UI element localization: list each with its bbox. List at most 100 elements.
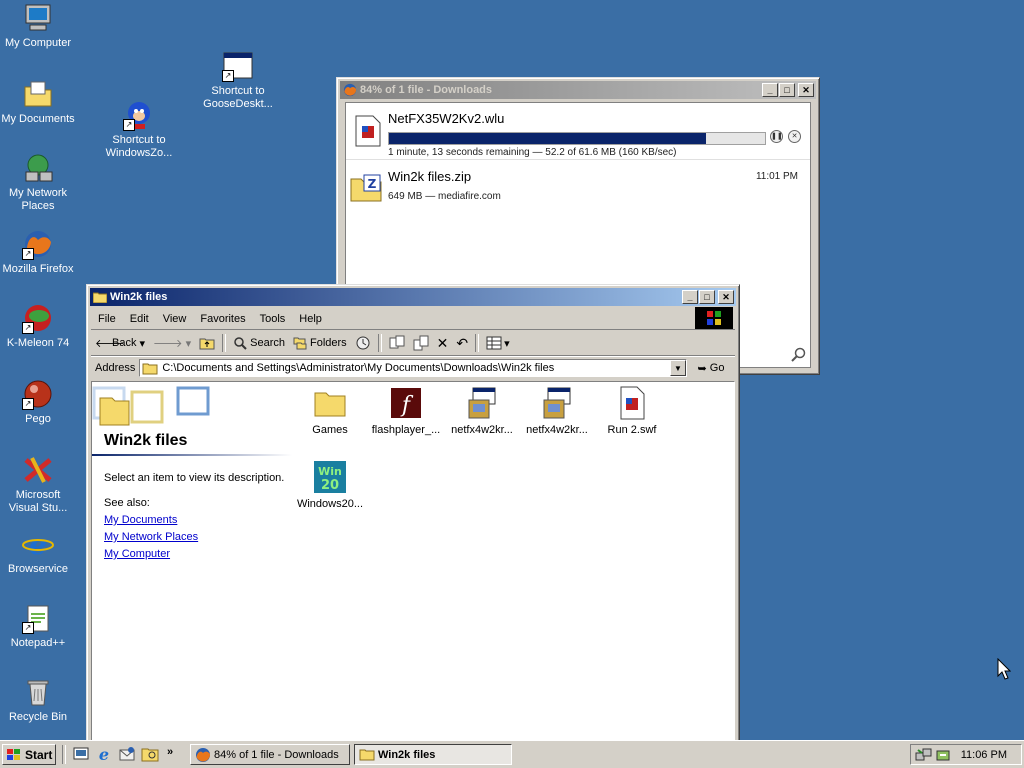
download-filename: Win2k files.zip (388, 169, 472, 184)
maximize-button[interactable]: □ (779, 83, 795, 97)
link-my-network-places[interactable]: My Network Places (104, 531, 198, 543)
svg-text:Z: Z (368, 177, 377, 191)
views-button[interactable]: ▾ (482, 333, 514, 353)
folder-icon (359, 749, 375, 761)
back-button[interactable]: 🡐 Back ▾ (91, 333, 149, 353)
shortcut-arrow-icon: ↗ (123, 119, 135, 131)
file-item-flashplayer[interactable]: f flashplayer_... (368, 386, 444, 436)
download-progress-bar (388, 132, 766, 145)
file-item-netfx4w2kr-2[interactable]: netfx4w2kr... (519, 386, 595, 436)
desktop-icon-pego[interactable]: ↗ Pego (0, 378, 76, 426)
desktop-icon-notepadpp[interactable]: ↗ Notepad++ (0, 602, 76, 650)
file-name: Games (312, 424, 348, 436)
desktop-icon-my-documents[interactable]: My Documents (0, 78, 76, 126)
safely-remove-tray-icon[interactable] (935, 747, 951, 763)
recycle-bin-icon (27, 680, 49, 706)
desktop-icon-my-computer[interactable]: My Computer (0, 2, 76, 50)
menu-file[interactable]: File (91, 313, 123, 325)
network-icon (25, 154, 53, 182)
documents-folder-icon (24, 81, 52, 107)
menu-tools[interactable]: Tools (253, 313, 293, 325)
minimize-button[interactable]: _ (682, 290, 698, 304)
file-name: netfx4w2kr... (526, 424, 588, 436)
link-my-computer[interactable]: My Computer (104, 548, 170, 560)
views-icon (486, 336, 502, 350)
show-desktop-icon[interactable] (72, 745, 90, 763)
file-item-netfx4w2kr-1[interactable]: netfx4w2kr... (444, 386, 520, 436)
undo-button[interactable]: ↶ (452, 333, 472, 353)
menu-edit[interactable]: Edit (123, 313, 156, 325)
move-to-button[interactable] (385, 333, 409, 353)
desktop-icon-label: Microsoft Visual Stu... (8, 489, 68, 514)
firefox-icon (196, 747, 211, 762)
installer-icon (468, 387, 496, 419)
file-item-windows2000[interactable]: Win 20 Windows20... (292, 460, 368, 510)
menu-view[interactable]: View (156, 313, 194, 325)
explorer-titlebar[interactable]: Win2k files _ □ ✕ (90, 288, 736, 306)
pause-button[interactable]: ❚❚ (770, 130, 783, 143)
downloads-title: 84% of 1 file - Downloads (360, 84, 493, 96)
outlook-express-icon[interactable] (118, 745, 136, 763)
svg-text:e: e (99, 745, 109, 763)
menu-favorites[interactable]: Favorites (193, 313, 252, 325)
taskbar-button-win2k-files[interactable]: Win2k files (354, 744, 512, 765)
taskbar-button-downloads[interactable]: 84% of 1 file - Downloads (190, 744, 350, 765)
win2000-image-icon: Win20 (314, 461, 346, 493)
close-button[interactable]: ✕ (718, 290, 734, 304)
address-label: Address (95, 362, 136, 374)
folder-banner-icon (92, 386, 210, 426)
system-tray: 11:06 PM (910, 744, 1022, 765)
explorer-quicklaunch-icon[interactable] (141, 745, 159, 763)
ie-icon[interactable]: e (95, 745, 113, 763)
address-input[interactable]: C:\Documents and Settings\Administrator\… (139, 359, 687, 377)
delete-button[interactable]: ✕ (433, 333, 453, 353)
search-button[interactable]: Search (229, 333, 289, 353)
up-folder-icon (199, 338, 215, 350)
swf-file-icon (620, 386, 645, 420)
address-dropdown-button[interactable]: ▼ (670, 360, 686, 376)
quicklaunch-overflow-button[interactable]: » (167, 746, 173, 758)
desktop-icon-windowszone-shortcut[interactable]: ↗ Shortcut to WindowsZo... (101, 99, 177, 160)
download-item[interactable]: Z Win2k files.zip 649 MB — mediafire.com… (346, 161, 810, 217)
maximize-button[interactable]: □ (699, 290, 715, 304)
desktop-icon-visual-studio[interactable]: Microsoft Visual Stu... (0, 454, 76, 515)
menu-help[interactable]: Help (292, 313, 329, 325)
desktop-icon-label: My Computer (4, 37, 72, 49)
delete-icon: ✕ (436, 334, 449, 351)
file-item-run2-swf[interactable]: Run 2.swf (594, 386, 670, 436)
download-time: 11:01 PM (755, 171, 798, 182)
network-tray-icon[interactable] (915, 747, 933, 763)
cancel-download-button[interactable]: ✕ (788, 130, 801, 143)
search-icon[interactable] (790, 347, 806, 363)
shortcut-arrow-icon: ↗ (22, 398, 34, 410)
folders-button[interactable]: Folders (289, 333, 351, 353)
taskbar-separator (62, 745, 66, 764)
download-info: 649 MB — mediafire.com (388, 191, 501, 202)
desktop-icon-my-network-places[interactable]: My Network Places (0, 152, 76, 213)
file-item-games[interactable]: Games (292, 386, 368, 436)
history-button[interactable] (351, 333, 375, 353)
desktop-icon-kmeleon[interactable]: ↗ K-Meleon 74 (0, 302, 76, 350)
forward-button[interactable]: 🡒 ▾ (149, 333, 195, 353)
downloads-titlebar[interactable]: 84% of 1 file - Downloads _ □ ✕ (340, 81, 816, 99)
close-button[interactable]: ✕ (798, 83, 814, 97)
clock[interactable]: 11:06 PM (961, 749, 1007, 761)
go-button[interactable]: ➥ Go (687, 362, 735, 375)
desktop-icon-firefox[interactable]: ↗ Mozilla Firefox (0, 228, 76, 276)
start-button[interactable]: Start (2, 744, 56, 765)
copy-to-button[interactable] (409, 333, 433, 353)
folder-icon (142, 363, 158, 374)
desktop-icon-goosedesktop-shortcut[interactable]: ↗ Shortcut to GooseDeskt... (200, 50, 276, 111)
desktop-icon-label: Recycle Bin (8, 711, 68, 723)
up-folder-button[interactable] (195, 333, 219, 353)
link-my-documents[interactable]: My Documents (104, 514, 177, 526)
desktop-icon-recycle-bin[interactable]: Recycle Bin (0, 676, 76, 724)
desktop-icon-label: K-Meleon 74 (6, 337, 70, 349)
folder-icon (93, 292, 107, 303)
minimize-button[interactable]: _ (762, 83, 778, 97)
explorer-window[interactable]: Win2k files _ □ ✕ File Edit View Favorit… (86, 284, 740, 746)
shortcut-arrow-icon: ↗ (22, 322, 34, 334)
desktop-icon-browservice[interactable]: e Browservice (0, 528, 76, 576)
download-item[interactable]: NetFX35W2Kv2.wlu ❚❚ ✕ 1 minute, 13 secon… (346, 103, 810, 160)
go-arrow-icon: ➥ (697, 362, 707, 375)
